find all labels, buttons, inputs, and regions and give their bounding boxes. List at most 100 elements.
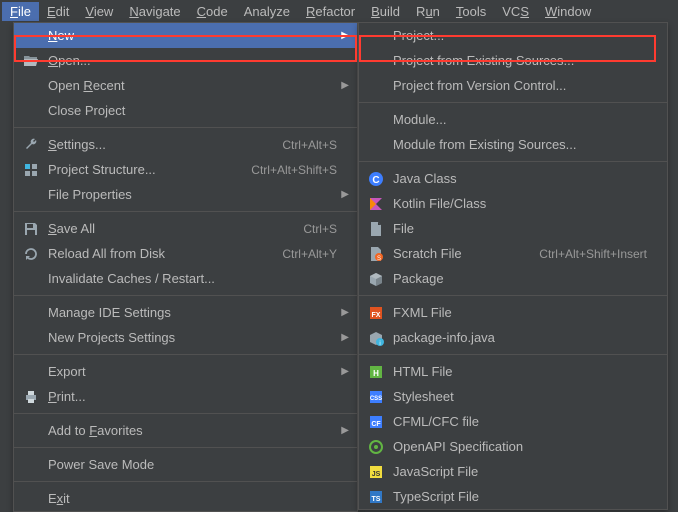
svg-text:TS: TS: [372, 496, 381, 503]
submenu-arrow-icon: ▶: [341, 425, 349, 436]
menu-item-label: Exit: [42, 491, 337, 506]
file-menu-item-save-all[interactable]: Save AllCtrl+S: [14, 216, 357, 241]
new-menu-separator: [359, 295, 667, 296]
file-menu-item-export[interactable]: Export▶: [14, 359, 357, 384]
file-menu-item-settings[interactable]: Settings...Ctrl+Alt+S: [14, 132, 357, 157]
menu-item-label: package-info.java: [387, 330, 647, 345]
new-menu-item-module[interactable]: Module...: [359, 107, 667, 132]
menubar-item-edit[interactable]: Edit: [39, 2, 77, 21]
new-menu-separator: [359, 102, 667, 103]
new-submenu: Project... Project from Existing Sources.…: [358, 22, 668, 510]
new-menu-item-typescript-file[interactable]: TSTypeScript File: [359, 484, 667, 509]
menubar-item-analyze[interactable]: Analyze: [236, 2, 298, 21]
file-menu-item-add-to-favorites[interactable]: Add to Favorites▶: [14, 418, 357, 443]
new-menu-item-html-file[interactable]: HHTML File: [359, 359, 667, 384]
file-menu-item-close-project[interactable]: Close Project: [14, 98, 357, 123]
menubar: FileEditViewNavigateCodeAnalyzeRefactorB…: [0, 0, 678, 22]
new-menu-item-project-from-existing-sources[interactable]: Project from Existing Sources...: [359, 48, 667, 73]
menubar-item-navigate[interactable]: Navigate: [121, 2, 188, 21]
menu-item-label: FXML File: [387, 305, 647, 320]
menu-item-label: Project from Existing Sources...: [387, 53, 647, 68]
new-menu-item-package-info-java[interactable]: ipackage-info.java: [359, 325, 667, 350]
file-menu-item-invalidate-caches-restart[interactable]: Invalidate Caches / Restart...: [14, 266, 357, 291]
menubar-item-run[interactable]: Run: [408, 2, 448, 21]
java-class-icon: C: [365, 171, 387, 187]
file-menu-item-open[interactable]: Open...: [14, 48, 357, 73]
html-icon: H: [365, 364, 387, 380]
file-menu-item-power-save-mode[interactable]: Power Save Mode: [14, 452, 357, 477]
package-info-icon: i: [365, 330, 387, 346]
file-menu-item-file-properties[interactable]: File Properties▶: [14, 182, 357, 207]
menu-item-label: Open...: [42, 53, 337, 68]
menubar-item-build[interactable]: Build: [363, 2, 408, 21]
menu-item-label: Kotlin File/Class: [387, 196, 647, 211]
new-menu-item-java-class[interactable]: CJava Class: [359, 166, 667, 191]
scratch-icon: S: [365, 246, 387, 262]
svg-text:C: C: [372, 175, 379, 186]
file-menu-separator: [14, 295, 357, 296]
menu-item-label: Settings...: [42, 137, 270, 152]
fxml-icon: FX: [365, 305, 387, 321]
new-menu-item-kotlin-file-class[interactable]: Kotlin File/Class: [359, 191, 667, 216]
new-menu-item-project-from-version-control[interactable]: Project from Version Control...: [359, 73, 667, 98]
menu-item-shortcut: Ctrl+Alt+Y: [270, 247, 337, 261]
file-menu-item-new[interactable]: New▶: [14, 23, 357, 48]
new-menu-item-scratch-file[interactable]: SScratch FileCtrl+Alt+Shift+Insert: [359, 241, 667, 266]
cfml-icon: CF: [365, 414, 387, 430]
file-menu-item-new-projects-settings[interactable]: New Projects Settings▶: [14, 325, 357, 350]
menu-item-label: Manage IDE Settings: [42, 305, 337, 320]
css-icon: CSS: [365, 389, 387, 405]
file-menu-item-exit[interactable]: Exit: [14, 486, 357, 511]
file-menu-separator: [14, 211, 357, 212]
menu-item-label: File: [387, 221, 647, 236]
file-menu-item-print[interactable]: Print...: [14, 384, 357, 409]
file-menu-item-open-recent[interactable]: Open Recent▶: [14, 73, 357, 98]
svg-text:S: S: [377, 256, 381, 262]
new-menu-item-project[interactable]: Project...: [359, 23, 667, 48]
menubar-item-file[interactable]: File: [2, 2, 39, 21]
menu-item-label: Project Structure...: [42, 162, 239, 177]
openapi-icon: [365, 439, 387, 455]
menu-item-label: Project...: [387, 28, 647, 43]
menubar-item-tools[interactable]: Tools: [448, 2, 494, 21]
menu-item-shortcut: Ctrl+S: [291, 222, 337, 236]
menubar-item-code[interactable]: Code: [189, 2, 236, 21]
menubar-item-vcs[interactable]: VCS: [494, 2, 537, 21]
submenu-arrow-icon: ▶: [341, 332, 349, 343]
new-menu-item-package[interactable]: Package: [359, 266, 667, 291]
submenu-arrow-icon: ▶: [341, 366, 349, 377]
menu-item-label: Close Project: [42, 103, 337, 118]
new-menu-item-fxml-file[interactable]: FX FXML File: [359, 300, 667, 325]
menu-item-label: File Properties: [42, 187, 337, 202]
menu-item-shortcut: Ctrl+Alt+Shift+S: [239, 163, 337, 177]
file-menu-separator: [14, 354, 357, 355]
file-menu-item-reload-all-from-disk[interactable]: Reload All from DiskCtrl+Alt+Y: [14, 241, 357, 266]
file-menu-item-project-structure[interactable]: Project Structure...Ctrl+Alt+Shift+S: [14, 157, 357, 182]
menubar-item-window[interactable]: Window: [537, 2, 599, 21]
folder-open-icon: [20, 53, 42, 69]
submenu-arrow-icon: ▶: [341, 80, 349, 91]
package-icon: [365, 271, 387, 287]
print-icon: [20, 389, 42, 405]
svg-text:CF: CF: [371, 421, 381, 428]
file-menu: New▶ Open... Open Recent▶ Close Project Sett…: [13, 22, 358, 512]
svg-text:CSS: CSS: [370, 396, 382, 402]
menu-item-label: Save All: [42, 221, 291, 236]
svg-text:FX: FX: [372, 312, 381, 319]
file-menu-item-manage-ide-settings[interactable]: Manage IDE Settings ▶: [14, 300, 357, 325]
new-menu-item-cfml-cfc-file[interactable]: CF CFML/CFC file: [359, 409, 667, 434]
menu-item-label: CFML/CFC file: [387, 414, 647, 429]
menu-item-label: Invalidate Caches / Restart...: [42, 271, 337, 286]
menubar-item-view[interactable]: View: [77, 2, 121, 21]
new-menu-item-javascript-file[interactable]: JSJavaScript File: [359, 459, 667, 484]
new-menu-item-module-from-existing-sources[interactable]: Module from Existing Sources...: [359, 132, 667, 157]
new-menu-item-file[interactable]: File: [359, 216, 667, 241]
file-menu-separator: [14, 413, 357, 414]
new-menu-item-stylesheet[interactable]: CSSStylesheet: [359, 384, 667, 409]
submenu-arrow-icon: ▶: [341, 307, 349, 318]
menubar-item-refactor[interactable]: Refactor: [298, 2, 363, 21]
save-icon: [20, 221, 42, 237]
menu-item-label: Package: [387, 271, 647, 286]
new-menu-item-openapi-specification[interactable]: OpenAPI Specification: [359, 434, 667, 459]
menu-item-shortcut: Ctrl+Alt+Shift+Insert: [527, 247, 647, 261]
